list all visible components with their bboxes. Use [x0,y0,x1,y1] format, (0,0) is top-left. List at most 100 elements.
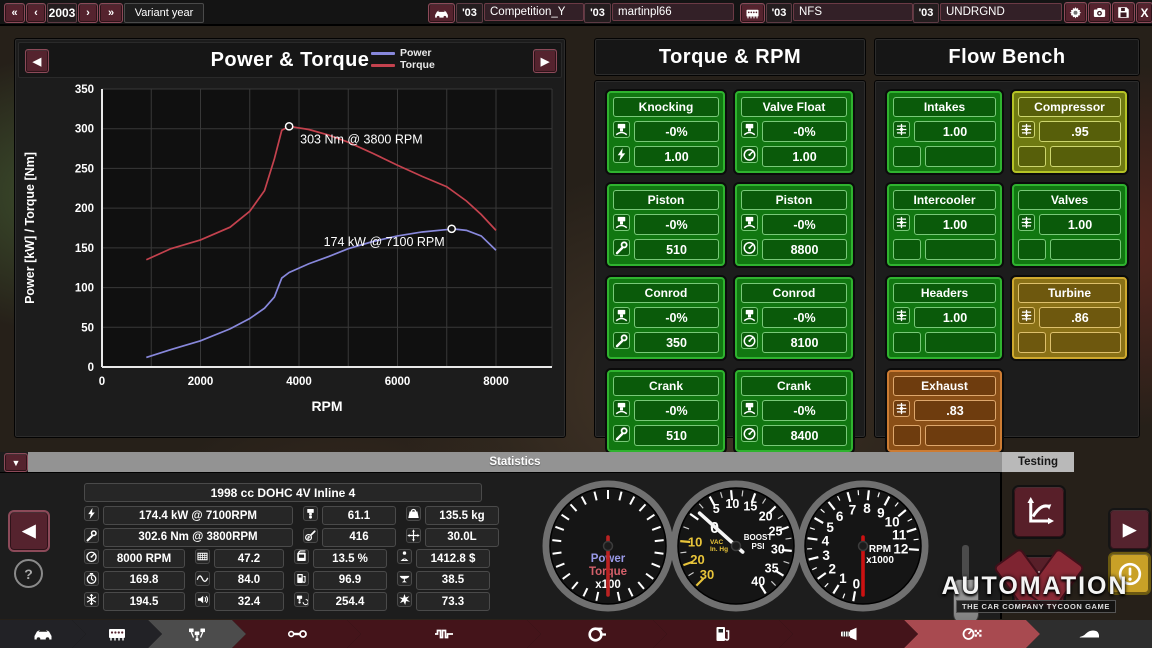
tab-fuel-system[interactable] [653,620,793,648]
flow-bench-cell: Exhaust .83 [887,370,1002,452]
stat-value: 47.2 [214,549,284,568]
vac-label: 20 [690,552,704,567]
stat-value: 38.5 [416,570,490,590]
settings-button[interactable] [1064,2,1087,23]
limit-value: 8800 [762,239,847,260]
empty-box [925,332,996,353]
engine-name-input-1[interactable] [793,3,913,21]
wrench-icon [613,332,630,349]
engine-name-input-2[interactable] [940,3,1062,21]
torque-legend-line [371,63,395,67]
piston-damage-icon [741,214,758,231]
tab-car-silhouette[interactable] [1026,620,1152,648]
car-name-input-2[interactable] [612,3,734,21]
piston-damage-icon [613,214,630,231]
tab-crankshaft[interactable] [347,620,541,648]
torque-rpm-title: Torque & RPM [658,45,802,68]
testing-divider [1000,473,1002,619]
empty-box [925,146,996,167]
help-button[interactable]: ? [14,559,43,588]
limit-value: 8400 [762,425,847,446]
tab-testing[interactable]: Testing [1002,452,1074,472]
loudness-icon [195,592,210,607]
stat-value: 302.6 Nm @ 3800RPM [103,527,293,547]
stat-value: 30.0L [425,527,499,547]
empty-box [1018,146,1046,167]
cell-title: Intakes [893,97,996,117]
service-cost-icon [303,527,318,543]
cell-title: Turbine [1018,283,1121,303]
flow-bench-panel: Intakes 1.00 Compressor .95 Intercooler 1.00 V… [874,80,1140,452]
empty-box [893,239,921,260]
flow-value: .83 [914,400,996,421]
prev-graph-button[interactable]: ◀ [25,49,49,73]
next-year-button[interactable]: › [78,3,98,23]
rpm-unit: RPM [869,544,891,555]
collapse-statistics-button[interactable]: ▼ [4,453,28,472]
empty-box [925,239,996,260]
back-button[interactable]: ◀ [8,510,50,552]
production-icon [397,570,412,586]
engine-icon[interactable] [740,3,765,23]
stats-row: 174.4 kW @ 7100RPM 61.1 135.5 kg [84,506,499,525]
gauge-icon [741,239,758,256]
run-test-button[interactable]: ▶ [1108,508,1151,551]
piston-icon [303,506,318,521]
close-button[interactable]: X [1136,2,1152,23]
cell-title: Exhaust [893,376,996,396]
variant-year-label: Variant year [124,3,204,23]
psi-label: 15 [743,500,757,514]
octane-icon [294,570,309,586]
empty-box [1018,332,1046,353]
emissions-icon [84,592,99,607]
warning-button[interactable] [1108,552,1151,595]
torque-rpm-cell: Knocking -0% 1.00 [607,91,725,173]
cell-title: Crank [741,376,847,396]
tab-turbo[interactable] [527,620,667,648]
chart-plot-area [102,89,552,367]
next-graph-button[interactable]: ▶ [533,49,557,73]
limit-value: 510 [634,239,719,260]
save-button[interactable] [1112,2,1135,23]
tab-bottom-end[interactable] [148,620,246,648]
gauge-icon [741,332,758,349]
rpm-label: 5 [826,520,834,535]
boost-unit2: PSI [752,542,765,551]
flow-value: 1.00 [914,307,996,328]
stat-value: 135.5 kg [425,506,499,525]
torque-rpm-cell: Valve Float -0% 1.00 [735,91,853,173]
piston-damage-icon [741,121,758,138]
y-tick-label: 300 [75,124,94,136]
psi-label: 30 [771,543,785,557]
piston-test-button[interactable] [1012,555,1066,609]
flow-value: .95 [1039,121,1121,142]
prev-year-button[interactable]: ‹ [26,3,46,23]
gauge-icon [741,146,758,163]
photo-button[interactable] [1088,2,1111,23]
y-tick-label: 50 [81,322,94,334]
tab-exhaust[interactable] [779,620,918,648]
engine-year-badge-1: '03 [766,3,792,23]
car-name-input-1[interactable] [484,3,584,21]
tab-dyno[interactable] [904,620,1040,648]
fuel-icon [294,549,309,564]
throttle-slider[interactable] [953,579,979,625]
x-tick-label: 6000 [385,376,411,388]
first-year-button[interactable]: « [4,3,25,23]
empty-box [893,425,921,446]
power-torque-gauge: PowerTorquex100 [542,480,674,612]
dyno-graph-button[interactable] [1012,485,1066,539]
reliability-icon [397,592,412,607]
empty-box [1050,239,1121,260]
car-icon[interactable] [428,3,455,23]
x-tick-label: 4000 [286,376,312,388]
stats-row: 169.8 84.0 96.9 38.5 [84,570,499,590]
weight-icon [406,506,421,521]
tab-car-tab[interactable] [0,620,86,648]
bottom-end-icon [184,624,210,644]
tab-conrod[interactable] [232,620,361,648]
flow-icon [893,214,910,231]
last-year-button[interactable]: » [99,3,123,23]
psi-label: 40 [751,575,765,589]
piston-damage-icon [613,400,630,417]
